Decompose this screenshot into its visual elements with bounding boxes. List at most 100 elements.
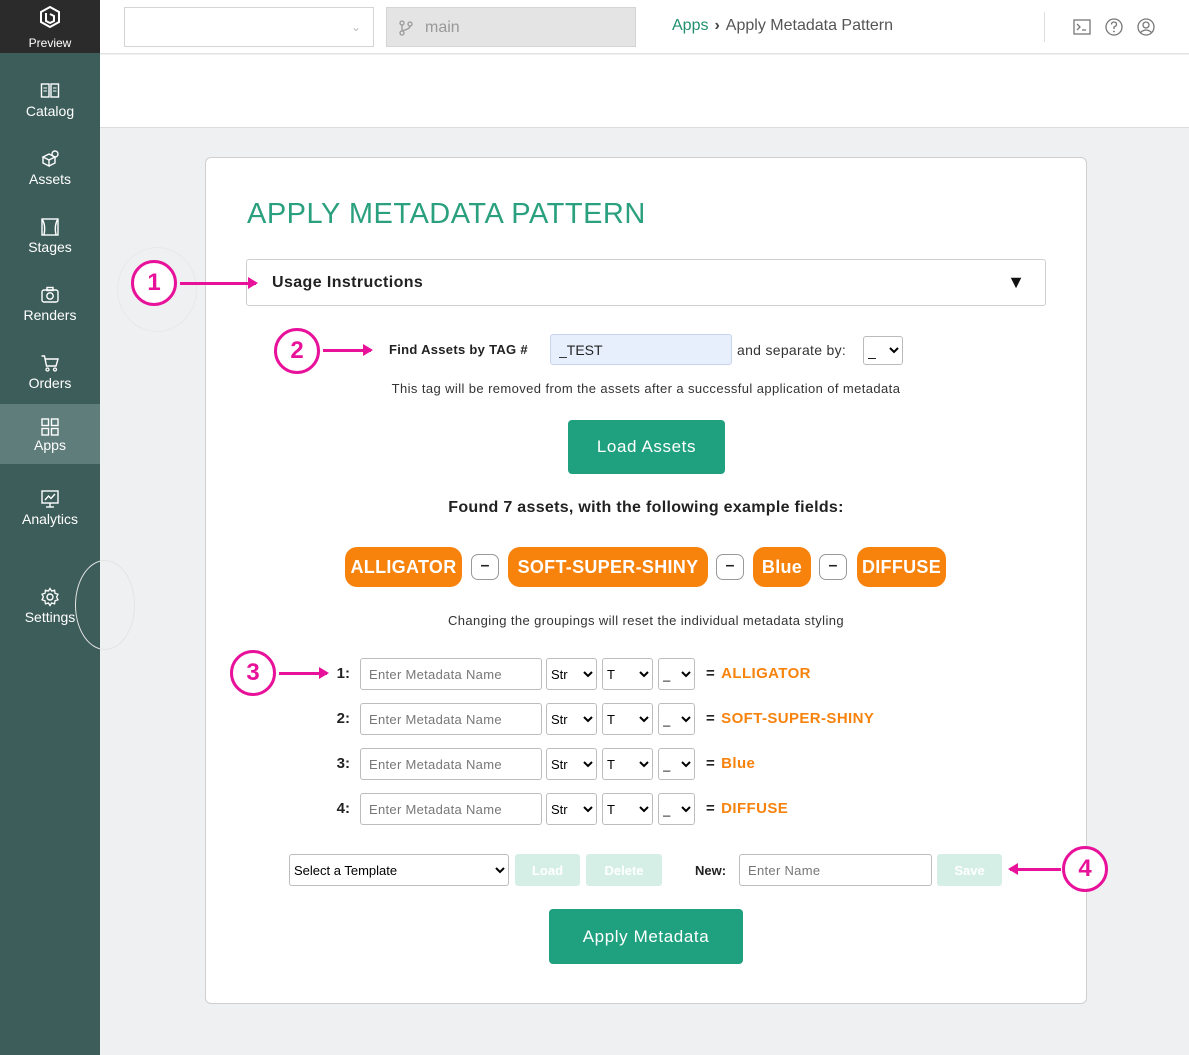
type-select[interactable]: Str: [546, 658, 597, 690]
annotation-callout-1: 1: [131, 260, 177, 306]
sidebar-item-orders[interactable]: Orders: [0, 345, 100, 405]
load-template-button[interactable]: Load: [515, 854, 580, 886]
separator-select[interactable]: _: [658, 793, 695, 825]
breadcrumb-separator: ›: [714, 17, 720, 34]
separator-select[interactable]: _: [863, 336, 903, 365]
row-value-text: SOFT-SUPER-SHINY: [721, 710, 875, 727]
metadata-name-input[interactable]: [360, 793, 542, 825]
equals-sign: =: [706, 755, 716, 772]
case-select[interactable]: T: [602, 658, 653, 690]
separator-select[interactable]: _: [658, 658, 695, 690]
sidebar-item-assets[interactable]: Assets: [0, 141, 100, 201]
group-separator-button[interactable]: –: [471, 554, 499, 580]
branch-name: main: [425, 19, 460, 36]
metadata-name-input[interactable]: [360, 658, 542, 690]
case-select[interactable]: T: [602, 793, 653, 825]
logo-label: Preview: [28, 36, 72, 50]
logo-icon: [40, 6, 60, 28]
logo[interactable]: Preview: [0, 0, 100, 53]
sidebar-item-label: Assets: [28, 171, 71, 187]
row-number: 2:: [336, 710, 350, 727]
sidebar-item-catalog[interactable]: Catalog: [0, 73, 100, 133]
terminal-icon[interactable]: [1072, 17, 1092, 37]
sidebar-item-renders[interactable]: Renders: [0, 277, 100, 337]
breadcrumb-current: Apply Metadata Pattern: [725, 17, 894, 34]
sidebar-item-label: Analytics: [21, 511, 79, 527]
row-value: = ALLIGATOR: [706, 665, 811, 682]
tag-input[interactable]: [550, 334, 732, 365]
branch-select[interactable]: main: [386, 7, 636, 47]
row-value: = DIFFUSE: [706, 800, 788, 817]
field-chip: Blue: [753, 547, 811, 587]
project-select[interactable]: ⌄: [124, 7, 374, 47]
sidebar-item-label: Apps: [34, 437, 66, 453]
template-name-input[interactable]: [739, 854, 932, 886]
equals-sign: =: [706, 800, 716, 817]
sidebar: Preview Catalog Assets Stages Renders Or…: [0, 0, 100, 1055]
type-select[interactable]: Str: [546, 748, 597, 780]
group-separator-button[interactable]: –: [716, 554, 744, 580]
tag-removal-hint: This tag will be removed from the assets…: [391, 381, 901, 396]
grouping-hint: Changing the groupings will reset the in…: [448, 613, 844, 628]
group-separator-button[interactable]: –: [819, 554, 847, 580]
divider: [1044, 12, 1045, 42]
annotation-arrow: [180, 277, 258, 289]
sidebar-item-stages[interactable]: Stages: [0, 209, 100, 269]
sidebar-item-label: Renders: [23, 307, 77, 323]
apply-metadata-button[interactable]: Apply Metadata: [549, 909, 743, 964]
user-icon[interactable]: [1136, 17, 1156, 37]
sub-header: [100, 55, 1189, 128]
help-icon[interactable]: [1104, 17, 1124, 37]
metadata-name-input[interactable]: [360, 748, 542, 780]
new-template-label: New:: [695, 863, 727, 878]
chevron-down-icon: ⌄: [350, 20, 361, 34]
field-chip: ALLIGATOR: [345, 547, 462, 587]
row-number: 4:: [336, 800, 350, 817]
metadata-name-input[interactable]: [360, 703, 542, 735]
usage-instructions-toggle[interactable]: Usage Instructions ▼: [246, 259, 1046, 306]
row-value: = SOFT-SUPER-SHINY: [706, 710, 874, 727]
annotation-callout-2: 2: [274, 328, 320, 374]
case-select[interactable]: T: [602, 748, 653, 780]
sidebar-item-label: Orders: [28, 375, 72, 391]
type-select[interactable]: Str: [546, 703, 597, 735]
save-template-button[interactable]: Save: [937, 854, 1002, 886]
apps-grid-icon: [41, 418, 59, 436]
annotation-arrow: [323, 344, 373, 356]
load-assets-button[interactable]: Load Assets: [568, 420, 725, 474]
caret-down-icon: ▼: [1007, 272, 1025, 292]
stages-icon: [41, 218, 59, 236]
equals-sign: =: [706, 665, 716, 682]
delete-template-button[interactable]: Delete: [586, 854, 662, 886]
equals-sign: =: [706, 710, 716, 727]
breadcrumb: Apps › Apply Metadata Pattern: [672, 17, 893, 35]
annotation-arrow: [1008, 863, 1061, 875]
sidebar-item-label: Catalog: [25, 103, 75, 119]
catalog-icon: [40, 83, 60, 98]
found-assets-text: Found 7 assets, with the following examp…: [448, 499, 844, 516]
row-number: 1:: [336, 665, 350, 682]
row-value-text: ALLIGATOR: [721, 665, 811, 682]
sidebar-item-label: Stages: [28, 239, 72, 255]
row-value-text: DIFFUSE: [721, 800, 789, 817]
separator-select[interactable]: _: [658, 703, 695, 735]
usage-instructions-label: Usage Instructions: [272, 274, 424, 291]
analytics-icon: [41, 490, 59, 508]
annotation-callout-3: 3: [230, 650, 276, 696]
type-select[interactable]: Str: [546, 793, 597, 825]
row-value-text: Blue: [721, 755, 756, 772]
template-select[interactable]: Select a Template: [289, 854, 509, 886]
separate-by-label: and separate by:: [737, 342, 847, 358]
row-value: = Blue: [706, 755, 755, 772]
row-number: 3:: [336, 755, 350, 772]
breadcrumb-apps-link[interactable]: Apps: [672, 17, 708, 34]
separator-select[interactable]: _: [658, 748, 695, 780]
top-bar: ⌄ main Apps › Apply Metadata Pattern: [100, 0, 1189, 54]
cart-icon: [41, 355, 59, 372]
page-title: APPLY METADATA PATTERN: [247, 198, 646, 230]
branch-icon: [399, 20, 413, 36]
case-select[interactable]: T: [602, 703, 653, 735]
sidebar-item-apps[interactable]: Apps: [0, 404, 100, 464]
sidebar-item-analytics[interactable]: Analytics: [0, 481, 100, 541]
field-chip: DIFFUSE: [857, 547, 946, 587]
